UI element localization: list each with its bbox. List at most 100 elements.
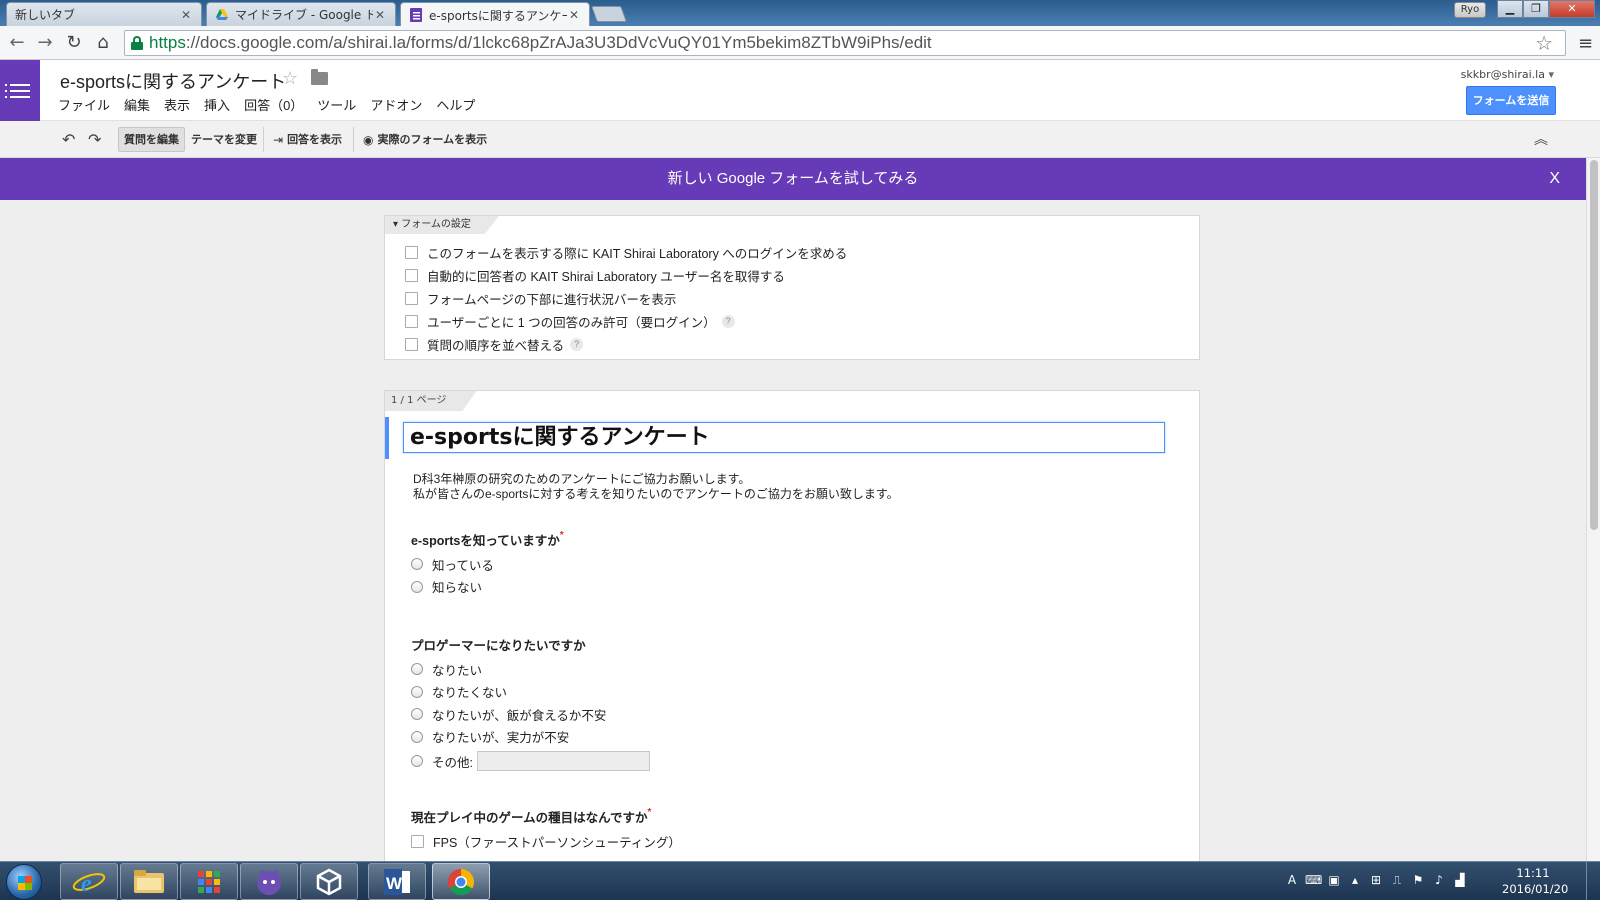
new-tab-button[interactable]: [591, 6, 627, 22]
reload-icon[interactable]: ↻: [63, 32, 85, 54]
setting-require-login[interactable]: このフォームを表示する際に KAIT Shirai Laboratory へのロ…: [405, 241, 847, 264]
ime-icon[interactable]: A: [1284, 872, 1300, 888]
checkbox-option[interactable]: FPS（ファーストパーソンシューティング）: [411, 830, 681, 853]
send-form-button[interactable]: フォームを送信: [1466, 86, 1556, 115]
checkbox[interactable]: [405, 292, 418, 305]
form-settings-header[interactable]: ▾ フォームの設定: [385, 216, 499, 234]
account-switcher[interactable]: skkbr@shirai.la: [1461, 68, 1554, 81]
radio-button[interactable]: [411, 685, 423, 698]
browser-tab-new[interactable]: 新しいタブ ✕: [6, 2, 202, 26]
tray-app-icon[interactable]: ▣: [1326, 872, 1342, 888]
browser-toolbar: ← → ↻ ⌂ https://docs.google.com/a/shirai…: [0, 26, 1600, 60]
checkbox[interactable]: [405, 315, 418, 328]
url-path: ://docs.google.com/a/shirai.la/forms/d/1…: [185, 33, 932, 52]
banner-close-button[interactable]: X: [1549, 158, 1560, 200]
unity-icon[interactable]: [300, 863, 358, 900]
radio-option[interactable]: なりたいが、飯が食えるか不安: [411, 703, 650, 726]
browser-tab-forms[interactable]: e-sportsに関するアンケー ✕: [400, 2, 590, 27]
radio-button[interactable]: [411, 708, 423, 721]
forward-arrow-icon[interactable]: →: [34, 32, 56, 54]
profile-button[interactable]: Ryo: [1454, 2, 1486, 18]
home-icon[interactable]: ⌂: [92, 32, 114, 54]
radio-button[interactable]: [411, 580, 423, 593]
view-live-form-button[interactable]: ◉ 実際のフォームを表示: [358, 127, 492, 152]
checkbox[interactable]: [405, 246, 418, 259]
window-close-icon[interactable]: ✕: [1549, 0, 1595, 18]
form-title-input[interactable]: e-sportsに関するアンケート: [403, 422, 1165, 453]
radio-option[interactable]: なりたい: [411, 658, 650, 681]
change-theme-button[interactable]: テーマを変更: [186, 127, 262, 152]
volume-muted-icon[interactable]: ♪: [1431, 872, 1447, 888]
undo-icon[interactable]: ↶: [62, 130, 75, 149]
address-bar[interactable]: https://docs.google.com/a/shirai.la/form…: [124, 30, 1566, 56]
radio-option[interactable]: 知っている: [411, 553, 564, 576]
checkbox[interactable]: [411, 834, 424, 848]
bookmark-star-icon[interactable]: ☆: [1535, 31, 1553, 55]
other-text-input[interactable]: [476, 751, 650, 771]
menu-help[interactable]: ヘルプ: [436, 95, 475, 114]
file-explorer-icon[interactable]: [120, 863, 178, 900]
view-responses-button[interactable]: ⇥ 回答を表示: [268, 127, 347, 152]
keyboard-icon[interactable]: ⌨: [1305, 872, 1322, 888]
redo-icon[interactable]: ↷: [88, 130, 101, 149]
try-new-forms-banner[interactable]: 新しい Google フォームを試してみる X: [0, 158, 1586, 200]
network-icon[interactable]: ⎍: [1389, 872, 1405, 888]
checkbox[interactable]: [405, 269, 418, 282]
edit-questions-button[interactable]: 質問を編集: [118, 127, 185, 152]
radio-button[interactable]: [411, 730, 423, 743]
setting-shuffle-questions[interactable]: 質問の順序を並べ替える?: [405, 333, 847, 356]
menu-insert[interactable]: 挿入: [204, 95, 230, 114]
menu-edit[interactable]: 編集: [124, 95, 150, 114]
setting-progress-bar[interactable]: フォームページの下部に進行状況バーを表示: [405, 287, 847, 310]
radio-option[interactable]: なりたいが、実力が不安: [411, 726, 650, 749]
close-icon[interactable]: ✕: [373, 8, 387, 22]
checkbox[interactable]: [405, 338, 418, 351]
start-button[interactable]: [6, 864, 42, 900]
system-clock[interactable]: 11:11 2016/01/20: [1502, 865, 1568, 897]
help-icon[interactable]: ?: [570, 338, 584, 351]
minimize-icon[interactable]: ▁: [1497, 0, 1523, 18]
radio-button[interactable]: [411, 663, 423, 676]
question-pro-gamer[interactable]: プロゲーマーになりたいですか なりたい なりたくない なりたいが、飯が食えるか不…: [411, 635, 650, 774]
collapse-chevron-icon[interactable]: ︽: [1534, 129, 1548, 149]
folder-icon[interactable]: [311, 69, 328, 85]
close-icon[interactable]: ✕: [567, 8, 581, 22]
show-desktop-button[interactable]: [1586, 862, 1600, 900]
vertical-scrollbar[interactable]: [1586, 158, 1600, 861]
app-grid-icon[interactable]: [180, 863, 238, 900]
document-title[interactable]: e-sportsに関するアンケート: [60, 68, 286, 94]
star-icon[interactable]: ☆: [282, 68, 298, 89]
microsoft-word-icon[interactable]: W: [368, 863, 426, 900]
action-center-flag-icon[interactable]: ⚑: [1410, 872, 1426, 888]
windows-flag-icon[interactable]: ⊞: [1368, 872, 1384, 888]
radio-button[interactable]: [411, 755, 423, 767]
setting-collect-username[interactable]: 自動的に回答者の KAIT Shirai Laboratory ユーザー名を取得…: [405, 264, 847, 287]
form-description[interactable]: D科3年榊原の研究のためのアンケートにご協力お願いします。 私が皆さんのe-sp…: [413, 472, 899, 502]
maximize-icon[interactable]: ❐: [1523, 0, 1549, 18]
menu-file[interactable]: ファイル: [58, 95, 110, 114]
radio-button[interactable]: [411, 558, 423, 571]
signal-icon[interactable]: ▟: [1452, 872, 1468, 888]
close-icon[interactable]: ✕: [179, 8, 193, 22]
radio-option[interactable]: 知らない: [411, 576, 564, 599]
help-icon[interactable]: ?: [721, 315, 735, 328]
browser-tab-drive[interactable]: マイドライブ - Google ド ✕: [206, 2, 396, 26]
export-icon: ⇥: [273, 132, 284, 147]
internet-explorer-icon[interactable]: e: [60, 863, 118, 900]
back-arrow-icon[interactable]: ←: [6, 32, 28, 54]
question-know-esports[interactable]: e-sportsを知っていますか* 知っている 知らない: [411, 530, 564, 598]
forms-home-button[interactable]: [0, 60, 40, 121]
cat-app-icon[interactable]: [240, 863, 298, 900]
radio-option-other[interactable]: その他:: [411, 748, 650, 774]
menu-view[interactable]: 表示: [164, 95, 190, 114]
scrollbar-thumb[interactable]: [1590, 160, 1598, 530]
setting-one-response[interactable]: ユーザーごとに 1 つの回答のみ許可（要ログイン）?: [405, 310, 847, 333]
menu-tools[interactable]: ツール: [317, 95, 356, 114]
menu-responses[interactable]: 回答（0）: [244, 95, 303, 114]
google-chrome-icon[interactable]: [432, 863, 490, 900]
question-game-genre[interactable]: 現在プレイ中のゲームの種目はなんですか* FPS（ファーストパーソンシューティン…: [411, 807, 681, 853]
radio-option[interactable]: なりたくない: [411, 681, 650, 704]
hamburger-menu-icon[interactable]: ≡: [1578, 33, 1593, 54]
show-hidden-icons[interactable]: ▴: [1347, 872, 1363, 888]
menu-addons[interactable]: アドオン: [370, 95, 422, 114]
